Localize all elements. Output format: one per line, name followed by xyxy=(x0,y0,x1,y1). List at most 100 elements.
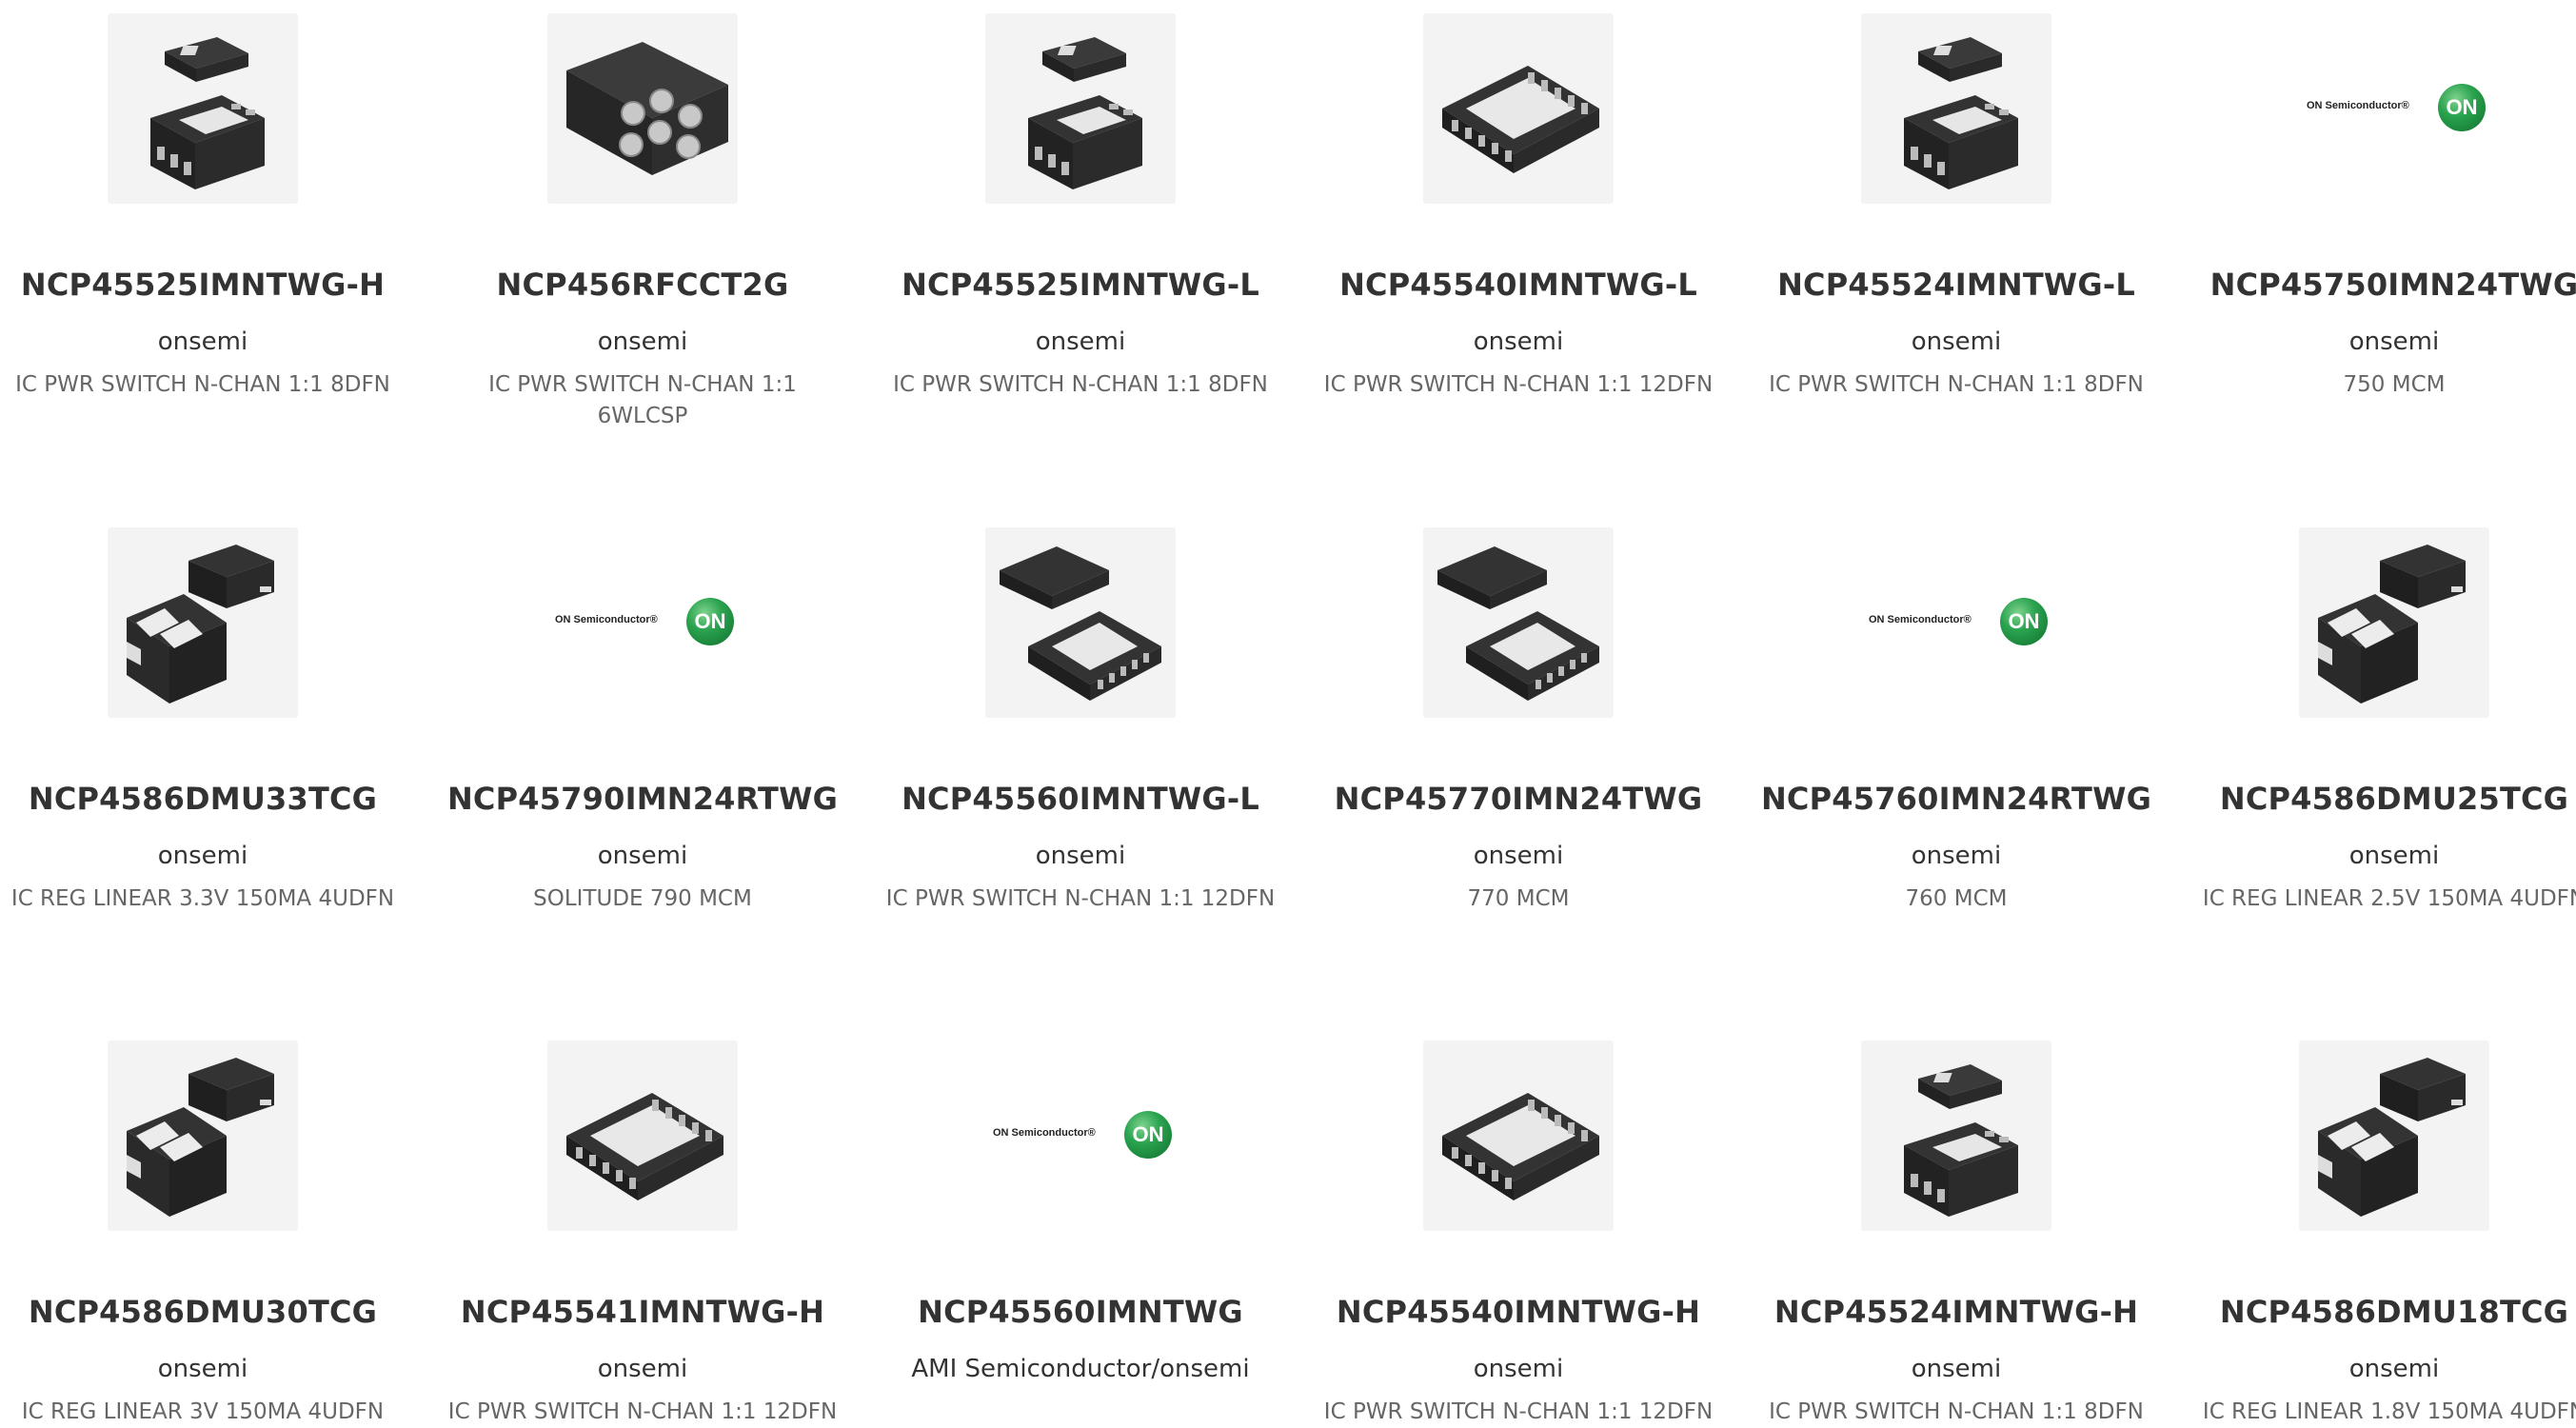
product-description: IC REG LINEAR 1.8V 150MA 4UDFN xyxy=(2202,1399,2576,1424)
dfn8-chip-pair-icon xyxy=(1904,1064,2018,1217)
on-semiconductor-logo: ON Semiconductor® ON xyxy=(547,527,738,718)
logo-text: ON Semiconductor® xyxy=(993,1127,1096,1139)
manufacturer-label: onsemi xyxy=(1911,842,2002,870)
part-number-link[interactable]: NCP456RFCCT2G xyxy=(433,267,852,303)
part-number-link[interactable]: NCP45750IMN24TWG xyxy=(2185,267,2576,303)
product-card[interactable]: NCP45540IMNTWG-H onsemi IC PWR SWITCH N-… xyxy=(1309,1041,1728,1428)
product-image[interactable]: ON Semiconductor® ON xyxy=(985,1041,1176,1231)
part-number-link[interactable]: NCP4586DMU18TCG xyxy=(2185,1294,2576,1330)
manufacturer-label: onsemi xyxy=(1911,327,2002,356)
manufacturer-label: onsemi xyxy=(2348,1355,2440,1383)
product-card[interactable]: NCP45770IMN24TWG onsemi 770 MCM xyxy=(1309,527,1728,915)
product-description: 760 MCM xyxy=(1905,886,2008,911)
dfn8-chip-pair-icon xyxy=(150,37,265,189)
product-card[interactable]: NCP45541IMNTWG-H onsemi IC PWR SWITCH N-… xyxy=(433,1041,852,1428)
product-image[interactable] xyxy=(547,13,738,204)
on-logo-badge: ON xyxy=(2438,84,2486,131)
part-number-link[interactable]: NCP4586DMU33TCG xyxy=(0,781,412,817)
product-description: IC PWR SWITCH N-CHAN 1:1 8DFN xyxy=(15,372,390,397)
part-number-link[interactable]: NCP45541IMNTWG-H xyxy=(433,1294,852,1330)
manufacturer-label: onsemi xyxy=(157,842,248,870)
product-card[interactable]: NCP45540IMNTWG-L onsemi IC PWR SWITCH N-… xyxy=(1309,13,1728,401)
product-description: IC REG LINEAR 2.5V 150MA 4UDFN xyxy=(2202,886,2576,911)
product-image[interactable]: ON Semiconductor® ON xyxy=(2299,13,2489,204)
dfn12-chip-icon xyxy=(566,1093,723,1200)
part-number-link[interactable]: NCP45770IMN24TWG xyxy=(1309,781,1728,817)
product-description: IC PWR SWITCH N-CHAN 1:1 8DFN xyxy=(893,372,1268,397)
product-card[interactable]: NCP45524IMNTWG-L onsemi IC PWR SWITCH N-… xyxy=(1747,13,2166,401)
product-description: IC PWR SWITCH N-CHAN 1:1 12DFN xyxy=(1323,1399,1714,1424)
on-semiconductor-logo: ON Semiconductor® ON xyxy=(1861,527,2051,718)
manufacturer-label: onsemi xyxy=(1035,842,1126,870)
product-card[interactable]: NCP4586DMU18TCG onsemi IC REG LINEAR 1.8… xyxy=(2185,1041,2576,1428)
product-image[interactable] xyxy=(1423,13,1614,204)
product-image[interactable] xyxy=(1861,1041,2051,1231)
part-number-link[interactable]: NCP45524IMNTWG-L xyxy=(1747,267,2166,303)
manufacturer-label: onsemi xyxy=(2348,327,2440,356)
part-number-link[interactable]: NCP45560IMNTWG xyxy=(871,1294,1290,1330)
on-semiconductor-logo: ON Semiconductor® ON xyxy=(985,1041,1176,1231)
product-card[interactable]: ON Semiconductor® ON NCP45790IMN24RTWG o… xyxy=(433,527,852,915)
udfn4-chip-pair-icon xyxy=(2318,1058,2466,1217)
product-image[interactable] xyxy=(547,1041,738,1231)
manufacturer-label: onsemi xyxy=(2348,842,2440,870)
dfn8-chip-pair-icon xyxy=(1904,37,2018,189)
on-logo-badge: ON xyxy=(2000,598,2048,645)
manufacturer-label: onsemi xyxy=(157,327,248,356)
dfn12-chip-icon xyxy=(1442,1093,1599,1200)
product-image[interactable] xyxy=(1861,13,2051,204)
part-number-link[interactable]: NCP45525IMNTWG-H xyxy=(0,267,412,303)
on-logo-badge: ON xyxy=(686,598,734,645)
manufacturer-label: onsemi xyxy=(1473,327,1564,356)
product-description: IC REG LINEAR 3V 150MA 4UDFN xyxy=(21,1399,385,1424)
part-number-link[interactable]: NCP45540IMNTWG-H xyxy=(1309,1294,1728,1330)
wlcsp-chip-icon xyxy=(566,42,728,175)
product-card[interactable]: NCP45560IMNTWG-L onsemi IC PWR SWITCH N-… xyxy=(871,527,1290,915)
manufacturer-label: onsemi xyxy=(1911,1355,2002,1383)
product-image[interactable] xyxy=(985,527,1176,718)
product-image[interactable] xyxy=(108,1041,298,1231)
product-image[interactable] xyxy=(108,527,298,718)
product-card[interactable]: ON Semiconductor® ON NCP45750IMN24TWG on… xyxy=(2185,13,2576,401)
product-image[interactable] xyxy=(1423,1041,1614,1231)
product-description: 750 MCM xyxy=(2343,372,2446,397)
product-card[interactable]: NCP45524IMNTWG-H onsemi IC PWR SWITCH N-… xyxy=(1747,1041,2166,1428)
product-card[interactable]: NCP45525IMNTWG-H onsemi IC PWR SWITCH N-… xyxy=(0,13,412,401)
part-number-link[interactable]: NCP45524IMNTWG-H xyxy=(1747,1294,2166,1330)
part-number-link[interactable]: NCP45540IMNTWG-L xyxy=(1309,267,1728,303)
product-image[interactable] xyxy=(985,13,1176,204)
product-card[interactable]: ON Semiconductor® ON NCP45760IMN24RTWG o… xyxy=(1747,527,2166,915)
product-card[interactable]: ON Semiconductor® ON NCP45560IMNTWG AMI … xyxy=(871,1041,1290,1397)
dfn8-chip-pair-icon xyxy=(1028,37,1142,189)
product-image[interactable] xyxy=(2299,527,2489,718)
manufacturer-label: onsemi xyxy=(597,842,688,870)
product-card[interactable]: NCP4586DMU33TCG onsemi IC REG LINEAR 3.3… xyxy=(0,527,412,915)
part-number-link[interactable]: NCP4586DMU30TCG xyxy=(0,1294,412,1330)
udfn4-chip-pair-icon xyxy=(127,1058,274,1217)
part-number-link[interactable]: NCP45790IMN24RTWG xyxy=(433,781,852,817)
product-card[interactable]: NCP4586DMU30TCG onsemi IC REG LINEAR 3V … xyxy=(0,1041,412,1428)
product-grid: NCP45525IMNTWG-H onsemi IC PWR SWITCH N-… xyxy=(0,0,2576,1424)
product-image[interactable]: ON Semiconductor® ON xyxy=(547,527,738,718)
part-number-link[interactable]: NCP45560IMNTWG-L xyxy=(871,781,1290,817)
part-number-link[interactable]: NCP4586DMU25TCG xyxy=(2185,781,2576,817)
product-description: IC PWR SWITCH N-CHAN 1:1 8DFN xyxy=(1769,372,2144,397)
product-card[interactable]: NCP45525IMNTWG-L onsemi IC PWR SWITCH N-… xyxy=(871,13,1290,401)
part-number-link[interactable]: NCP45760IMN24RTWG xyxy=(1747,781,2166,817)
product-card[interactable]: NCP4586DMU25TCG onsemi IC REG LINEAR 2.5… xyxy=(2185,527,2576,915)
product-image[interactable]: ON Semiconductor® ON xyxy=(1861,527,2051,718)
product-image[interactable] xyxy=(1423,527,1614,718)
product-image[interactable] xyxy=(2299,1041,2489,1231)
product-card[interactable]: NCP456RFCCT2G onsemi IC PWR SWITCH N-CHA… xyxy=(433,13,852,432)
product-description: IC PWR SWITCH N-CHAN 1:1 12DFN xyxy=(885,886,1276,911)
product-description: IC PWR SWITCH N-CHAN 1:1 8DFN xyxy=(1769,1399,2144,1424)
part-number-link[interactable]: NCP45525IMNTWG-L xyxy=(871,267,1290,303)
product-image[interactable] xyxy=(108,13,298,204)
product-description: IC PWR SWITCH N-CHAN 1:1 12DFN xyxy=(1323,372,1714,397)
manufacturer-label: onsemi xyxy=(597,327,688,356)
dfn12-chip-pair-icon xyxy=(1000,546,1161,701)
manufacturer-label: AMI Semiconductor/onsemi xyxy=(911,1355,1250,1383)
logo-text: ON Semiconductor® xyxy=(2307,100,2409,111)
manufacturer-label: onsemi xyxy=(1473,1355,1564,1383)
manufacturer-label: onsemi xyxy=(1035,327,1126,356)
